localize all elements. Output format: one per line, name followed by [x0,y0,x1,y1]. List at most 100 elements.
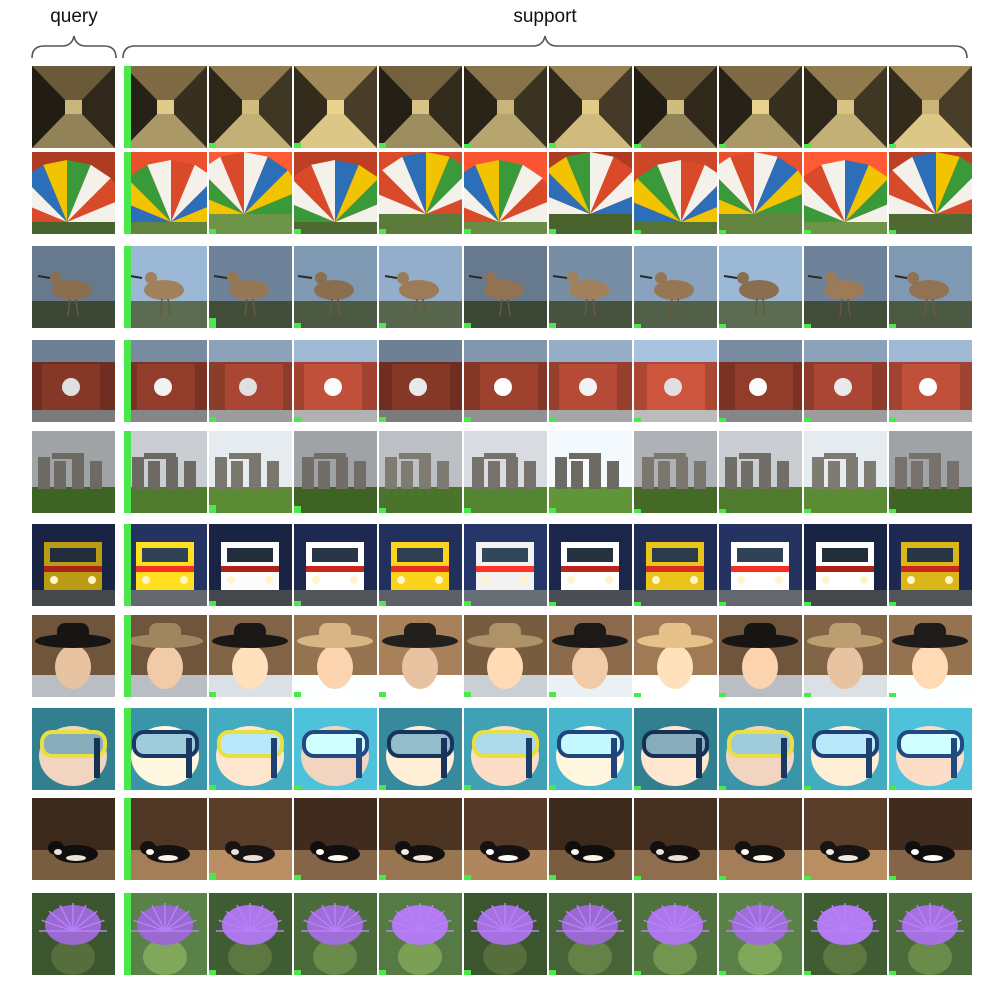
similarity-bar [379,601,386,606]
support-image [209,431,292,513]
support-image [549,798,632,880]
support-image [549,246,632,328]
similarity-bar [464,144,471,148]
red-machine-photo [804,340,887,422]
support-image [124,66,207,148]
similarity-bar [124,431,131,513]
support-image [634,66,717,148]
shorebird-photo [124,246,207,328]
similarity-bar [549,970,556,975]
red-machine-photo [294,340,377,422]
similarity-bar [464,508,471,513]
similarity-bar [379,875,386,880]
support-image [889,246,972,328]
support-image [719,708,802,790]
support-image [549,340,632,422]
support-image [549,708,632,790]
corridor-photo [379,66,462,148]
support-image [294,615,377,697]
similarity-bar [124,152,131,234]
support-image [889,524,972,606]
cowboy-hat-portrait-photo [634,615,717,697]
similarity-bar [889,786,896,790]
support-image [124,246,207,328]
cowboy-hat-portrait-photo [804,615,887,697]
similarity-bar [379,970,386,975]
artichoke-flower-photo [889,893,972,975]
support-image [464,708,547,790]
similarity-bar [209,318,216,328]
similarity-bar [379,143,386,148]
support-image [294,152,377,234]
similarity-bar [719,144,726,148]
red-machine-photo [719,340,802,422]
support-image [549,893,632,975]
snorkel-mask-photo [294,708,377,790]
emergency-truck-photo [379,524,462,606]
support-image [804,431,887,513]
similarity-bar [209,970,216,975]
shorebird-photo [379,246,462,328]
similarity-bar [719,876,726,880]
similarity-bar [294,229,301,234]
similarity-bar [124,524,131,606]
shorebird-photo [719,246,802,328]
snorkel-mask-photo [634,708,717,790]
similarity-bar [719,230,726,234]
similarity-bar [549,229,556,234]
support-image [889,708,972,790]
similarity-bar [294,323,301,328]
similarity-bar [124,615,131,697]
similarity-bar [549,692,556,697]
support-image [124,893,207,975]
support-image [464,431,547,513]
similarity-bar [634,602,641,606]
emergency-truck-photo [549,524,632,606]
similarity-bar [379,508,386,513]
parachute-canopy-photo [32,152,115,234]
shorebird-photo [464,246,547,328]
support-image [549,524,632,606]
parachute-canopy-photo [804,152,887,234]
support-image [379,246,462,328]
query-image [32,893,115,975]
snorkel-mask-photo [209,708,292,790]
similarity-bar [294,785,301,790]
support-image [719,152,802,234]
dog-lying-photo [294,798,377,880]
cowboy-hat-portrait-photo [32,615,115,697]
support-image [719,615,802,697]
emergency-truck-photo [124,524,207,606]
red-machine-photo [379,340,462,422]
similarity-bar [124,340,131,422]
shorebird-photo [634,246,717,328]
similarity-bar [889,418,896,422]
support-image [634,524,717,606]
snorkel-mask-photo [549,708,632,790]
stonehenge-photo [889,431,972,513]
corridor-photo [464,66,547,148]
emergency-truck-photo [634,524,717,606]
corridor-photo [804,66,887,148]
similarity-bar [209,229,216,234]
similarity-bar [634,324,641,328]
snorkel-mask-photo [464,708,547,790]
support-image [294,431,377,513]
support-image [549,152,632,234]
similarity-bar [209,785,216,790]
similarity-bar [634,230,641,234]
similarity-bar [889,230,896,234]
snorkel-mask-photo [32,708,115,790]
support-image [634,708,717,790]
shorebird-photo [804,246,887,328]
stonehenge-photo [464,431,547,513]
support-image [379,152,462,234]
support-image [124,152,207,234]
support-image [464,340,547,422]
similarity-bar [549,323,556,328]
cowboy-hat-portrait-photo [549,615,632,697]
support-image [804,615,887,697]
similarity-bar [379,229,386,234]
artichoke-flower-photo [32,893,115,975]
similarity-bar [209,601,216,606]
